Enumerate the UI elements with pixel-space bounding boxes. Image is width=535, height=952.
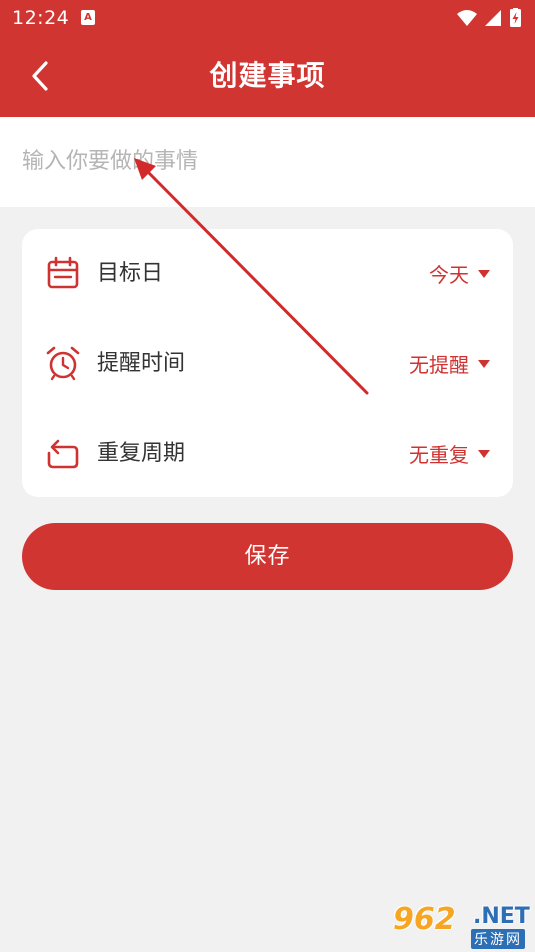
- watermark-domain: .NET: [473, 904, 530, 929]
- app-header: 12:24 A 创建事项: [0, 0, 535, 117]
- reminder-row[interactable]: 提醒时间 无提醒: [22, 319, 513, 409]
- alarm-clock-icon: [46, 346, 80, 381]
- target-date-value[interactable]: 今天: [429, 259, 469, 291]
- reminder-label: 提醒时间: [97, 351, 186, 376]
- settings-card: 目标日 今天 提醒时间 无提醒 重复周期 无重复: [22, 229, 513, 497]
- site-watermark: 962 .NET 乐游网: [393, 900, 533, 949]
- reminder-value[interactable]: 无提醒: [409, 349, 469, 381]
- wifi-icon: [457, 10, 477, 26]
- watermark-number: 962: [393, 902, 456, 937]
- repeat-value[interactable]: 无重复: [409, 439, 469, 471]
- battery-charging-icon: [510, 8, 521, 27]
- caret-down-icon: [478, 360, 490, 368]
- target-date-label: 目标日: [97, 261, 164, 286]
- status-bar: 12:24 A: [0, 0, 535, 36]
- status-time: 12:24: [12, 7, 70, 29]
- repeat-row[interactable]: 重复周期 无重复: [22, 409, 513, 499]
- caret-down-icon: [478, 270, 490, 278]
- calendar-icon: [47, 256, 79, 289]
- save-button[interactable]: 保存: [22, 523, 513, 590]
- repeat-label: 重复周期: [97, 441, 186, 466]
- task-input[interactable]: [22, 139, 512, 183]
- caret-down-icon: [478, 450, 490, 458]
- target-date-row[interactable]: 目标日 今天: [22, 229, 513, 319]
- page-title: 创建事项: [209, 59, 326, 92]
- signal-icon: [485, 10, 501, 26]
- app-notification-icon: A: [81, 10, 95, 25]
- watermark-subtitle: 乐游网: [471, 929, 525, 949]
- task-input-container: [0, 117, 535, 207]
- repeat-icon: [47, 439, 79, 469]
- status-icons: [455, 8, 525, 28]
